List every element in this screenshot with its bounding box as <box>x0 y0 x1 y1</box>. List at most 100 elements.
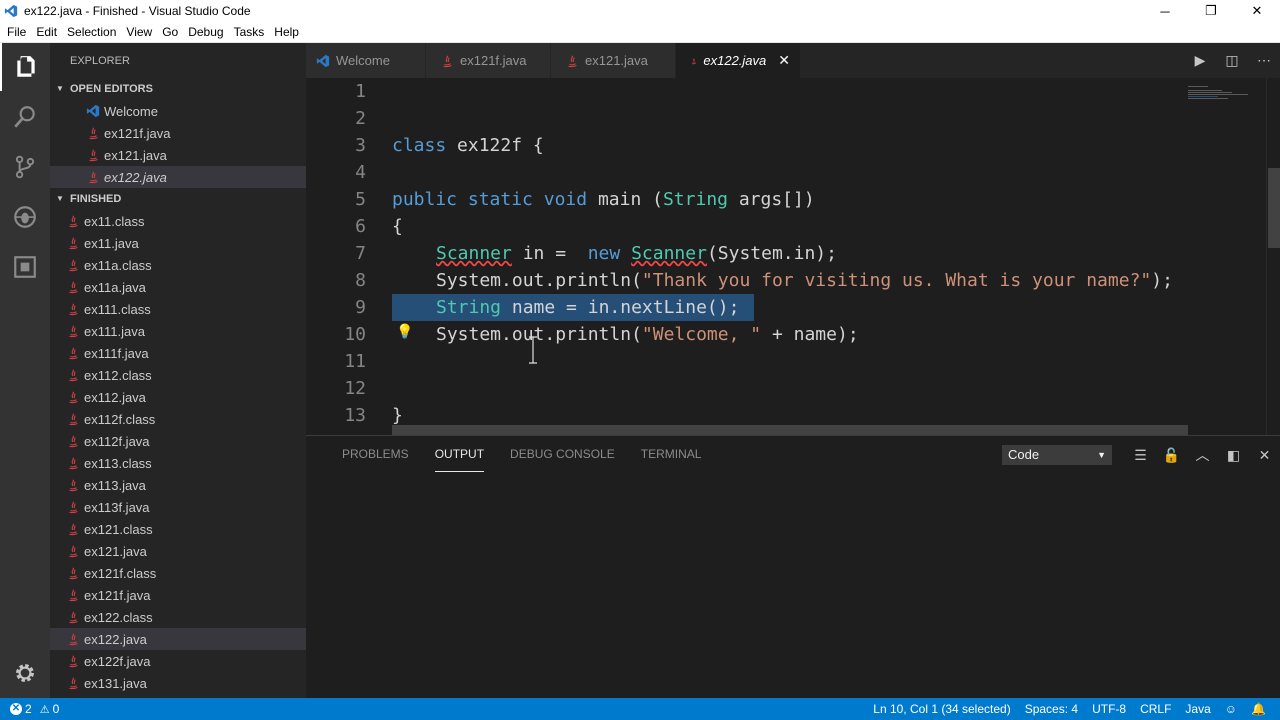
file-item[interactable]: ex113.class <box>50 452 306 474</box>
clear-output-icon[interactable]: ☰ <box>1125 444 1156 466</box>
title-bar: ex122.java - Finished - Visual Studio Co… <box>0 0 1280 22</box>
close-panel-icon[interactable]: ✕ <box>1249 444 1280 466</box>
menu-file[interactable]: File <box>2 25 31 39</box>
search-activity[interactable] <box>0 93 50 141</box>
java-icon <box>69 655 78 668</box>
tab-output[interactable]: OUTPUT <box>434 436 485 472</box>
open-editor-item[interactable]: ex121.java <box>50 144 306 166</box>
restore-button[interactable]: ❐ <box>1188 0 1234 22</box>
close-window-button[interactable]: ✕ <box>1234 0 1280 22</box>
file-item[interactable]: ex11a.java <box>50 276 306 298</box>
file-item[interactable]: ex111f.java <box>50 342 306 364</box>
file-item[interactable]: ex112f.java <box>50 430 306 452</box>
tab-ex121f[interactable]: ex121f.java <box>426 43 551 78</box>
file-label: ex11a.java <box>84 279 146 295</box>
menu-tasks[interactable]: Tasks <box>229 25 270 39</box>
tab-welcome[interactable]: Welcome <box>306 43 426 78</box>
file-item[interactable]: ex121f.java <box>50 584 306 606</box>
folder-section[interactable]: ▼ FINISHED <box>50 188 306 210</box>
menu-selection[interactable]: Selection <box>62 25 121 39</box>
lock-icon[interactable]: 🔓 <box>1156 444 1187 466</box>
file-item[interactable]: ex111.java <box>50 320 306 342</box>
status-right: Ln 10, Col 1 (34 selected) Spaces: 4 UTF… <box>873 698 1280 720</box>
scrollbar-thumb[interactable] <box>1268 168 1280 248</box>
code-editor[interactable]: 1 2 3 4 5 6 7 8 9 10 11 12 13 class ex122f { public … <box>306 78 1280 435</box>
file-label: ex112.java <box>84 389 146 405</box>
output-channel-value: Code <box>1008 447 1040 462</box>
file-label: ex111.java <box>84 323 145 339</box>
more-actions-icon[interactable]: ⋯ <box>1248 52 1280 69</box>
vertical-scrollbar[interactable] <box>1266 78 1280 435</box>
chevron-down-icon: ▼ <box>56 84 64 93</box>
line-ending[interactable]: CRLF <box>1140 702 1171 716</box>
file-item[interactable]: ex121.java <box>50 540 306 562</box>
bottom-panel: PROBLEMS OUTPUT DEBUG CONSOLE TERMINAL C… <box>306 435 1280 698</box>
code-line-7: Scanner in = new Scanner(System.in); <box>436 243 837 264</box>
line-number: 10 <box>344 324 366 345</box>
horizontal-scrollbar[interactable] <box>392 425 1188 435</box>
open-editors-section[interactable]: ▼ OPEN EDITORS <box>50 78 306 100</box>
explorer-activity[interactable] <box>0 43 50 91</box>
file-item[interactable]: ex111.class <box>50 298 306 320</box>
java-icon <box>69 303 78 316</box>
panel-tabs: PROBLEMS OUTPUT DEBUG CONSOLE TERMINAL <box>342 436 727 472</box>
file-list: ex11.class ex11.java ex11a.class ex11a.java… <box>50 210 306 694</box>
window-title: ex122.java - Finished - Visual Studio Co… <box>24 4 251 18</box>
settings-activity[interactable] <box>0 649 50 697</box>
file-item[interactable]: ex112.class <box>50 364 306 386</box>
tab-ex122[interactable]: ex122.java ✕ <box>676 43 801 78</box>
file-item[interactable]: ex121.class <box>50 518 306 540</box>
tab-terminal[interactable]: TERMINAL <box>641 436 702 472</box>
open-editor-item[interactable]: Welcome <box>50 100 306 122</box>
line-number: 13 <box>344 405 366 426</box>
lightbulb-icon[interactable]: 💡 <box>396 324 413 340</box>
run-icon[interactable]: ▶ <box>1184 52 1216 69</box>
maximize-panel-icon[interactable]: ︿ <box>1187 444 1218 466</box>
file-item[interactable]: ex11.class <box>50 210 306 232</box>
file-item[interactable]: ex11a.class <box>50 254 306 276</box>
cursor-position[interactable]: Ln 10, Col 1 (34 selected) <box>873 702 1010 716</box>
menu-view[interactable]: View <box>121 25 157 39</box>
file-item[interactable]: ex122.class <box>50 606 306 628</box>
indentation[interactable]: Spaces: 4 <box>1025 702 1078 716</box>
file-item[interactable]: ex112.java <box>50 386 306 408</box>
close-icon[interactable]: ✕ <box>778 52 790 69</box>
tab-ex121[interactable]: ex121.java <box>551 43 676 78</box>
java-icon <box>89 171 98 184</box>
tab-problems[interactable]: PROBLEMS <box>342 436 409 472</box>
open-editor-item[interactable]: ex122.java <box>50 166 306 188</box>
open-editor-item[interactable]: ex121f.java <box>50 122 306 144</box>
smiley-icon[interactable]: ☺ <box>1225 702 1237 716</box>
source-control-activity[interactable] <box>0 143 50 191</box>
language-mode[interactable]: Java <box>1185 702 1210 716</box>
toggle-panel-position-icon[interactable]: ◧ <box>1218 444 1249 466</box>
file-item[interactable]: ex122f.java <box>50 650 306 672</box>
file-item[interactable]: ex11.java <box>50 232 306 254</box>
encoding[interactable]: UTF-8 <box>1092 702 1126 716</box>
debug-activity[interactable] <box>0 193 50 241</box>
file-item[interactable]: ex113f.java <box>50 496 306 518</box>
extensions-activity[interactable] <box>0 243 50 291</box>
tab-debug-console[interactable]: DEBUG CONSOLE <box>510 436 615 472</box>
menu-go[interactable]: Go <box>157 25 183 39</box>
file-item[interactable]: ex122.java <box>50 628 306 650</box>
split-editor-icon[interactable]: ◫ <box>1216 52 1248 69</box>
minimize-button[interactable]: ─ <box>1142 0 1188 22</box>
file-label: ex121f.java <box>84 587 151 603</box>
menu-debug[interactable]: Debug <box>183 25 228 39</box>
minimap[interactable] <box>1184 78 1268 435</box>
file-item[interactable]: ex121f.class <box>50 562 306 584</box>
line-number: 3 <box>355 135 366 156</box>
status-bar: ✕ 2 ⚠ 0 Ln 10, Col 1 (34 selected) Space… <box>0 698 1280 720</box>
output-channel-select[interactable]: Code ▼ <box>1002 445 1112 465</box>
warning-count: 0 <box>52 702 60 716</box>
file-item[interactable]: ex131.java <box>50 672 306 694</box>
menu-edit[interactable]: Edit <box>31 25 62 39</box>
bell-icon[interactable]: 🔔 <box>1251 702 1266 716</box>
code-line-3: class ex122f { <box>392 135 544 156</box>
line-number: 2 <box>355 108 366 129</box>
menu-help[interactable]: Help <box>269 25 304 39</box>
file-item[interactable]: ex112f.class <box>50 408 306 430</box>
file-item[interactable]: ex113.java <box>50 474 306 496</box>
problems-indicator[interactable]: ✕ 2 ⚠ 0 <box>10 698 59 720</box>
